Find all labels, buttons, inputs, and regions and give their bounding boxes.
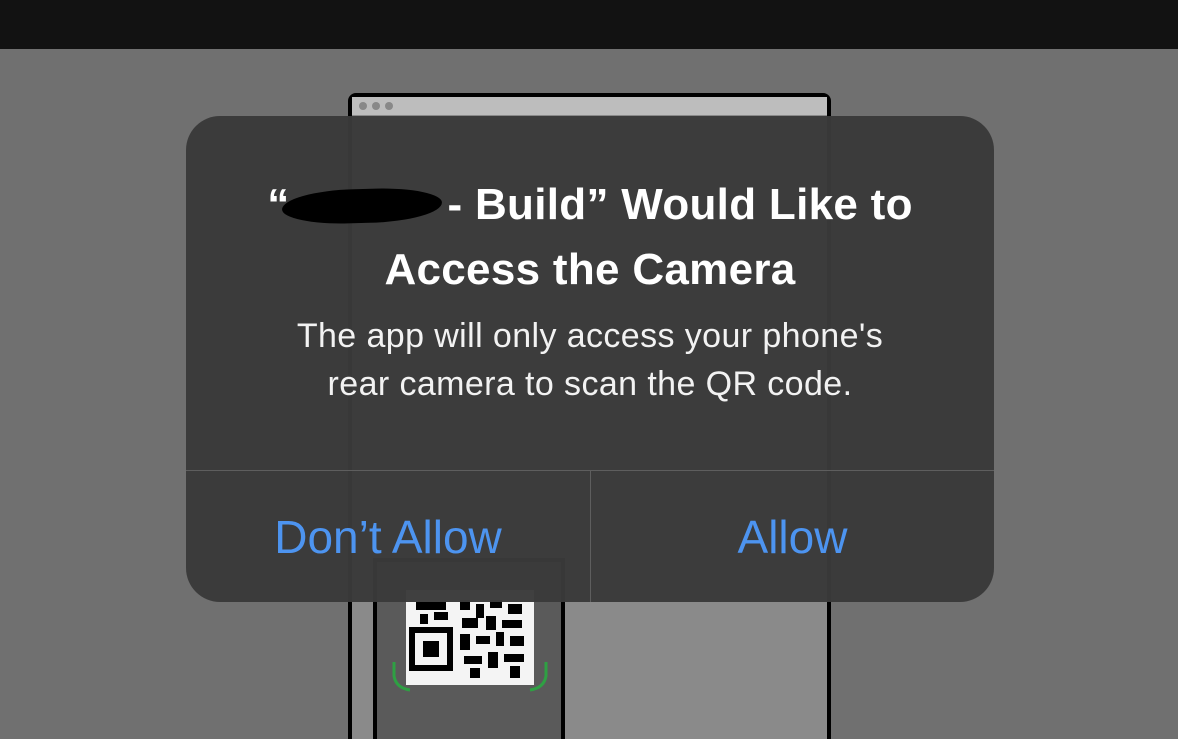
dont-allow-button[interactable]: Don’t Allow — [186, 471, 590, 602]
alert-title: “- Build” Would Like to Access the Camer… — [226, 172, 954, 302]
alert-content: “- Build” Would Like to Access the Camer… — [186, 116, 994, 470]
top-bar — [0, 0, 1178, 49]
alert-message-line-2: rear camera to scan the QR code. — [327, 365, 853, 403]
allow-button[interactable]: Allow — [591, 471, 994, 602]
qr-code-icon — [406, 590, 534, 685]
window-dot-icon — [372, 102, 380, 110]
window-dot-icon — [385, 102, 393, 110]
alert-title-line-1: “- Build” Would Like to — [226, 172, 954, 237]
screen: “- Build” Would Like to Access the Camer… — [0, 0, 1178, 739]
alert-message: The app will only access your phone's re… — [226, 312, 954, 408]
title-rest: - Build” Would Like to — [447, 180, 913, 229]
camera-permission-alert: “- Build” Would Like to Access the Camer… — [186, 116, 994, 602]
alert-title-line-2: Access the Camera — [384, 245, 796, 294]
redacted-app-name — [281, 186, 442, 226]
alert-message-line-1: The app will only access your phone's — [296, 317, 884, 355]
window-dot-icon — [359, 102, 367, 110]
